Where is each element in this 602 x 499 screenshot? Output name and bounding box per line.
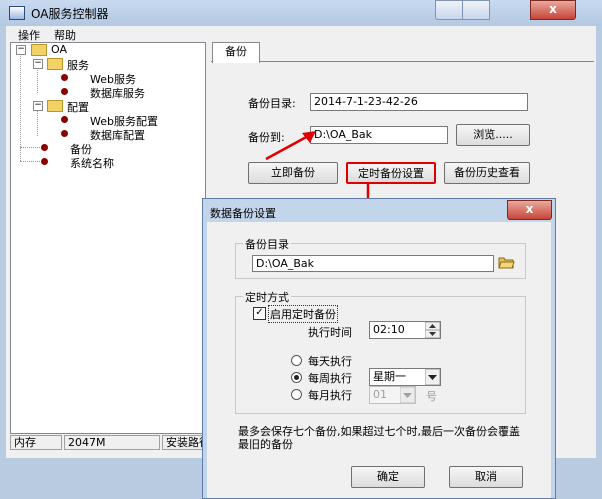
tree-item-system-name[interactable]: 系统名称 [70,155,114,171]
tree-item-db-service[interactable]: 数据库服务 [90,85,145,101]
dialog-title: 数据备份设置 [210,207,276,220]
time-spinner-icon[interactable] [425,322,440,338]
app-icon [9,6,25,20]
tree-view[interactable]: − OA − 服务 Web服务 数据库服务 − 配置 Web服务配置 数据库配置… [10,42,206,434]
close-button[interactable]: x [530,0,576,20]
folder-icon [31,44,47,56]
menu-bar: 操作 帮助 [6,26,596,42]
schedule-mode-group-label: 定时方式 [243,289,291,305]
dialog-dir-field[interactable]: D:\OA_Bak [252,255,494,272]
collapse-toggle-icon[interactable]: − [33,59,43,69]
day-unit-label: 号 [426,390,437,403]
weekday-select-value: 星期一 [373,370,406,383]
annotation-arrow-icon [265,131,316,161]
radio-weekly-label[interactable]: 每周执行 [308,370,352,386]
backup-dot-icon [41,144,48,151]
collapse-toggle-icon[interactable]: − [16,45,26,55]
dialog-close-button[interactable]: x [507,200,552,220]
config-dot-icon [61,116,68,123]
cancel-button[interactable]: 取消 [449,466,523,488]
chevron-down-icon[interactable] [425,369,440,385]
tab-backup[interactable]: 备份 [212,42,260,63]
retention-note: 最多会保存七个备份,如果超过七个时,最后一次备份会覆盖最旧的备份 [238,425,520,451]
menu-help[interactable]: 帮助 [54,27,76,43]
enable-schedule-label[interactable]: 启用定时备份 [268,305,338,323]
folder-icon [47,100,63,112]
radio-daily[interactable] [291,355,302,366]
exec-time-value: 02:10 [373,323,405,336]
backup-dir-field[interactable]: 2014-7-1-23-42-26 [310,93,528,111]
radio-weekly[interactable] [291,372,302,383]
status-mem-value: 2047M [64,435,160,450]
backup-history-button[interactable]: 备份历史查看 [444,162,530,184]
radio-monthly-label[interactable]: 每月执行 [308,387,352,403]
tree-item-service[interactable]: 服务 [67,57,89,73]
service-dot-icon [61,74,68,81]
folder-icon [47,58,63,70]
tree-item-config[interactable]: 配置 [67,99,89,115]
exec-time-label: 执行时间 [308,326,352,339]
tree-item-db-config[interactable]: 数据库配置 [90,127,145,143]
collapse-toggle-icon[interactable]: − [33,101,43,111]
browse-button[interactable]: 浏览..... [456,124,530,146]
backup-now-button[interactable]: 立即备份 [248,162,338,184]
radio-daily-label[interactable]: 每天执行 [308,353,352,369]
backup-to-field[interactable]: D:\OA_Bak [310,126,448,144]
tree-item-oa[interactable]: OA [51,43,67,56]
status-mem-label: 内存 [10,435,62,450]
schedule-backup-button[interactable]: 定时备份设置 [346,162,436,184]
monthday-select-value: 01 [373,388,387,401]
enable-schedule-checkbox[interactable]: ✓ [253,307,266,320]
ok-button[interactable]: 确定 [351,466,425,488]
minimize-button[interactable] [435,0,463,20]
backup-dir-label: 备份目录: [248,97,296,110]
radio-monthly[interactable] [291,389,302,400]
backup-dir-group-label: 备份目录 [243,236,291,252]
chevron-down-icon[interactable] [400,387,415,403]
maximize-button[interactable] [462,0,490,20]
open-folder-icon[interactable] [498,255,515,269]
config-dot-icon [61,130,68,137]
service-dot-icon [61,88,68,95]
window-title: OA服务控制器 [31,7,109,21]
system-dot-icon [41,158,48,165]
menu-operation[interactable]: 操作 [18,27,40,43]
